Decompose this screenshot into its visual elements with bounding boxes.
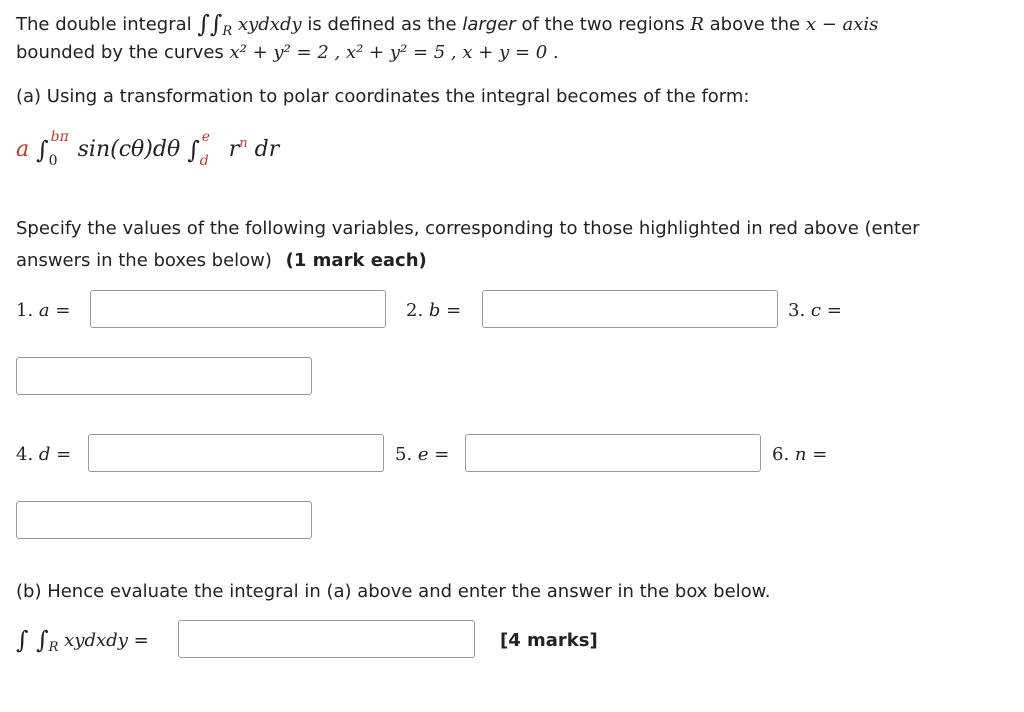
answer-e-input[interactable] xyxy=(465,434,761,472)
intro-larger: larger xyxy=(462,14,516,35)
field-c-number: 3. xyxy=(788,300,806,321)
upper-limit-2: e xyxy=(201,129,211,145)
four-marks: [4 marks] xyxy=(500,630,598,651)
formula-a: a xyxy=(16,137,30,162)
field-e-label: 5. e = xyxy=(395,444,449,465)
answer-a-input[interactable] xyxy=(90,290,386,328)
final-integrand: xydxdy xyxy=(64,630,128,651)
answer-d-input[interactable] xyxy=(88,434,384,472)
field-b-var: b = xyxy=(428,300,462,321)
intro-text-1: The double integral xyxy=(16,14,192,35)
final-integral-row: ∫ ∫R xydxdy = xyxy=(16,624,149,655)
field-e-number: 5. xyxy=(395,444,413,465)
intro-text-3: of the two regions xyxy=(521,14,685,35)
intro-line-1: The double integral ∫∫R xydxdy is define… xyxy=(16,8,878,39)
upper-limit-1: bπ xyxy=(50,129,69,145)
formula-n: n xyxy=(239,136,248,151)
marks-each: (1 mark each) xyxy=(285,250,427,271)
field-a-var: a = xyxy=(38,300,71,321)
field-n-number: 6. xyxy=(772,444,790,465)
formula-r: r xyxy=(228,137,240,162)
limits-2: ed xyxy=(200,129,222,169)
intro-curves-text: bounded by the curves xyxy=(16,42,224,63)
instructions-line-2: answers in the boxes below) (1 mark each… xyxy=(16,250,427,271)
field-d-label: 4. d = xyxy=(16,444,71,465)
answer-b-input[interactable] xyxy=(482,290,778,328)
field-a-label: 1. a = xyxy=(16,300,70,321)
final-equals: = xyxy=(133,630,149,651)
lower-limit-1: 0 xyxy=(48,153,58,169)
intro-text-4: above the xyxy=(709,14,801,35)
limits-1: bπ 0 xyxy=(49,129,71,169)
answer-n-input[interactable] xyxy=(16,501,312,539)
curve-1: x² + y² = 2 , xyxy=(229,42,341,63)
answer-c-input[interactable] xyxy=(16,357,312,395)
region-subscript: R xyxy=(222,24,233,39)
instructions-text-2: answers in the boxes below) xyxy=(16,250,272,271)
field-d-var: d = xyxy=(38,444,72,465)
formula-middle: sin(cθ)dθ xyxy=(77,137,181,162)
field-n-var: n = xyxy=(794,444,828,465)
instructions-line-1: Specify the values of the following vari… xyxy=(16,218,920,239)
curve-3: x + y = 0 . xyxy=(462,42,559,63)
field-c-label: 3. c = xyxy=(788,300,842,321)
field-c-var: c = xyxy=(810,300,842,321)
field-b-label: 2. b = xyxy=(406,300,461,321)
part-b-text: (b) Hence evaluate the integral in (a) a… xyxy=(16,581,771,602)
integral-sign-1: ∫ xyxy=(36,136,49,164)
field-e-var: e = xyxy=(417,444,450,465)
double-integral-sign: ∫∫ xyxy=(197,10,223,38)
intro-integrand: xydxdy xyxy=(237,14,302,35)
integral-sign-2: ∫ xyxy=(187,136,200,164)
intro-line-2: bounded by the curves x² + y² = 2 , x² +… xyxy=(16,42,559,63)
polar-formula: a ∫ bπ 0 sin(cθ)dθ ∫ e d rn dr xyxy=(16,129,280,169)
final-answer-input[interactable] xyxy=(178,620,475,658)
intro-text-2: is defined as the xyxy=(307,14,457,35)
intro-axis: x − axis xyxy=(805,14,879,35)
curve-2: x² + y² = 5 , xyxy=(345,42,457,63)
part-a-text: (a) Using a transformation to polar coor… xyxy=(16,86,750,107)
field-b-number: 2. xyxy=(406,300,424,321)
intro-region: R xyxy=(690,14,704,35)
final-region-subscript: R xyxy=(48,640,59,655)
field-d-number: 4. xyxy=(16,444,34,465)
field-n-label: 6. n = xyxy=(772,444,827,465)
field-a-number: 1. xyxy=(16,300,34,321)
lower-limit-2: d xyxy=(199,153,209,169)
final-integral-sign: ∫ ∫ xyxy=(16,626,49,654)
formula-dr: dr xyxy=(254,137,280,162)
